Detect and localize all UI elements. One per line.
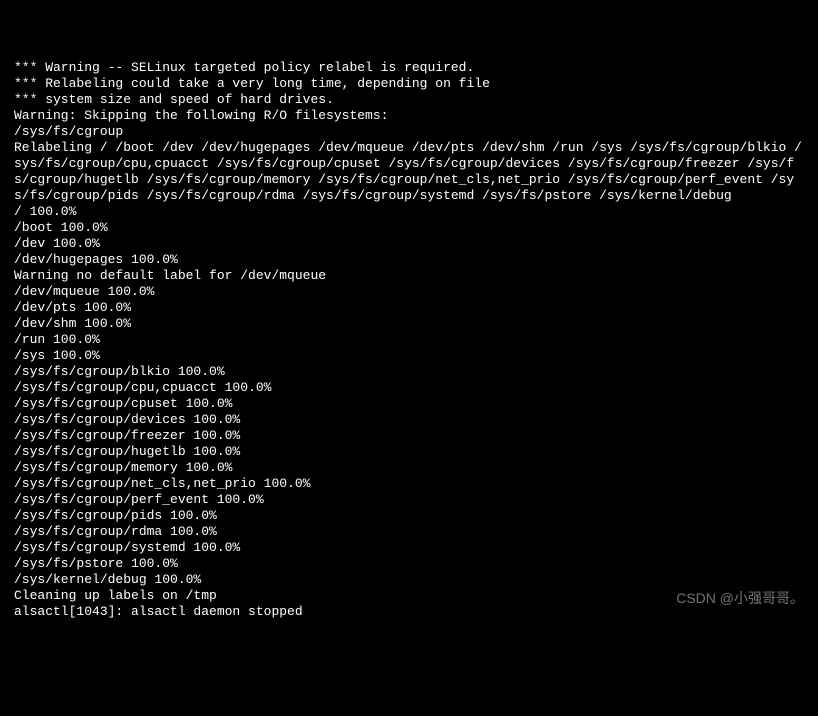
terminal-line: *** system size and speed of hard drives… [14,92,804,108]
terminal-line: Warning: Skipping the following R/O file… [14,108,804,124]
terminal-line: /sys 100.0% [14,348,804,364]
terminal-line: /sys/fs/cgroup/cpu,cpuacct 100.0% [14,380,804,396]
terminal-line: /boot 100.0% [14,220,804,236]
terminal-output: *** Warning -- SELinux targeted policy r… [14,60,804,620]
terminal-line: *** Warning -- SELinux targeted policy r… [14,60,804,76]
terminal-line: / 100.0% [14,204,804,220]
terminal-line: /sys/fs/cgroup/devices 100.0% [14,412,804,428]
terminal-line: /sys/fs/cgroup/cpuset 100.0% [14,396,804,412]
terminal-line: /sys/fs/cgroup/rdma 100.0% [14,524,804,540]
terminal-line: /sys/fs/cgroup [14,124,804,140]
terminal-line: /dev/hugepages 100.0% [14,252,804,268]
terminal-line: /sys/fs/cgroup/hugetlb 100.0% [14,444,804,460]
terminal-line: /dev/shm 100.0% [14,316,804,332]
terminal-line: /sys/kernel/debug 100.0% [14,572,804,588]
terminal-line: /sys/fs/cgroup/memory 100.0% [14,460,804,476]
terminal-line: /sys/fs/cgroup/net_cls,net_prio 100.0% [14,476,804,492]
terminal-line: /sys/fs/cgroup/perf_event 100.0% [14,492,804,508]
terminal-line: /run 100.0% [14,332,804,348]
terminal-line: /sys/fs/cgroup/blkio 100.0% [14,364,804,380]
terminal-line: Warning no default label for /dev/mqueue [14,268,804,284]
terminal-line: *** Relabeling could take a very long ti… [14,76,804,92]
terminal-line: /dev 100.0% [14,236,804,252]
terminal-line: alsactl[1043]: alsactl daemon stopped [14,604,804,620]
watermark: CSDN @小强哥哥。 [676,590,804,606]
terminal-line: /sys/fs/cgroup/systemd 100.0% [14,540,804,556]
terminal-line: /sys/fs/pstore 100.0% [14,556,804,572]
terminal-line: /dev/pts 100.0% [14,300,804,316]
terminal-line: /sys/fs/cgroup/freezer 100.0% [14,428,804,444]
terminal-line: /dev/mqueue 100.0% [14,284,804,300]
terminal-line: Relabeling / /boot /dev /dev/hugepages /… [14,140,804,204]
terminal-line: /sys/fs/cgroup/pids 100.0% [14,508,804,524]
